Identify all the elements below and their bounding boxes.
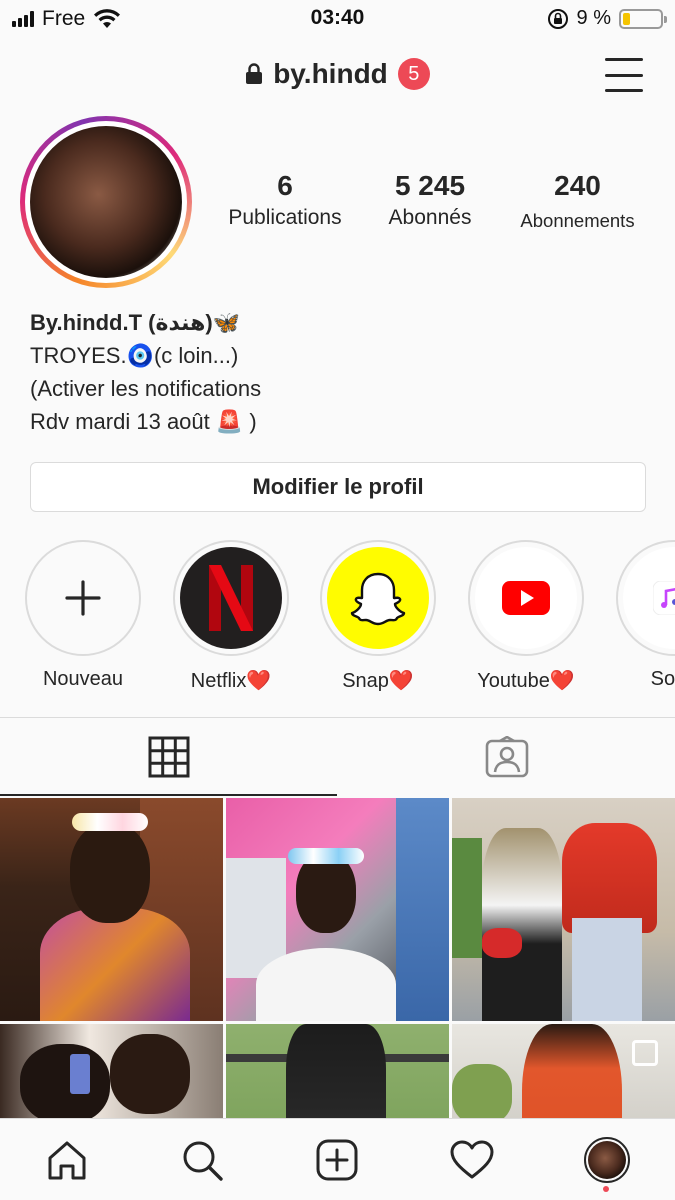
avatar-photo [30,126,182,278]
story-highlights: Nouveau Netflix❤️ Snap❤️ Youtube❤️ So [0,540,675,700]
highlight-snap[interactable]: Snap❤️ [303,540,453,693]
post-tile[interactable] [0,1024,223,1120]
tagged-person-icon [485,736,528,778]
status-bar: Free 03:40 9 % [0,0,675,40]
posts-grid [0,798,675,1120]
account-switcher[interactable]: by.hindd 5 [0,58,675,90]
profile-tabs [0,718,675,798]
status-right: 9 % [547,7,667,30]
highlight-label: Song [650,668,675,690]
bio-line: TROYES.🧿(c loin...) [30,343,239,368]
post-tile[interactable] [226,798,449,1021]
highlight-label: Snap❤️ [342,670,414,692]
heart-icon [450,1140,494,1179]
highlight-youtube[interactable]: Youtube❤️ [451,540,601,693]
rotation-lock-icon [547,8,568,29]
grid-icon [148,736,189,778]
search-icon [183,1141,223,1181]
publications-label: Publications [228,206,342,229]
music-note-icon [653,581,675,615]
nav-home[interactable] [37,1133,97,1187]
followers-label: Abonnés [388,206,472,229]
bio-line: (Activer les notifications [30,376,262,401]
highlight-label: Netflix❤️ [190,670,272,692]
multi-photo-icon [632,1040,658,1066]
highlight-netflix[interactable]: Netflix❤️ [156,540,306,693]
edit-profile-button[interactable]: Modifier le profil [30,462,646,512]
battery-percent: 9 % [576,7,611,29]
active-tab-indicator [0,794,337,796]
stat-publications[interactable]: 6 Publications [210,170,360,230]
menu-icon[interactable] [605,58,643,92]
post-tile[interactable] [226,1024,449,1120]
tab-grid[interactable] [0,718,337,796]
profile-stats: 6 Publications 5 245 Abonnés 240 Abonnem… [210,170,650,240]
nav-search[interactable] [172,1133,232,1187]
new-post-icon [316,1139,358,1181]
profile-avatar [584,1137,630,1183]
bottom-nav [0,1118,675,1200]
highlight-song[interactable]: Song [599,540,675,691]
highlight-label: Nouveau [42,668,124,690]
battery-icon [619,8,667,29]
following-label: Abonnements [520,210,635,231]
netflix-icon [209,565,253,631]
youtube-icon [502,581,550,615]
profile-avatar[interactable] [20,116,192,288]
lock-icon [246,63,263,84]
stat-followers[interactable]: 5 245 Abonnés [365,170,495,230]
following-count: 240 [554,170,601,201]
post-tile[interactable] [452,798,675,1021]
tab-tagged[interactable] [338,718,675,796]
home-icon [48,1141,86,1180]
publications-count: 6 [277,170,293,201]
battery-level [623,12,630,25]
highlight-new[interactable]: Nouveau [8,540,158,691]
username: by.hindd [273,58,388,89]
post-tile[interactable] [452,1024,675,1120]
stat-following[interactable]: 240 Abonnements [505,170,650,232]
profile-header: by.hindd 5 [0,52,675,102]
notification-badge: 5 [397,58,430,90]
snapchat-ghost-icon [350,572,406,626]
post-tile[interactable] [0,798,223,1021]
bio-name: By.hindd.T (هندة)🦋 [30,310,241,335]
bio-line: Rdv mardi 13 août 🚨 ) [30,409,257,434]
followers-count: 5 245 [394,170,466,201]
nav-profile[interactable] [577,1133,637,1187]
activity-dot [603,1186,609,1192]
nav-new-post[interactable] [307,1133,367,1187]
highlight-label: Youtube❤️ [477,670,575,692]
profile-bio: By.hindd.T (هندة)🦋 TROYES.🧿(c loin...) (… [30,306,650,438]
plus-icon [65,580,101,616]
nav-activity[interactable] [442,1133,502,1187]
